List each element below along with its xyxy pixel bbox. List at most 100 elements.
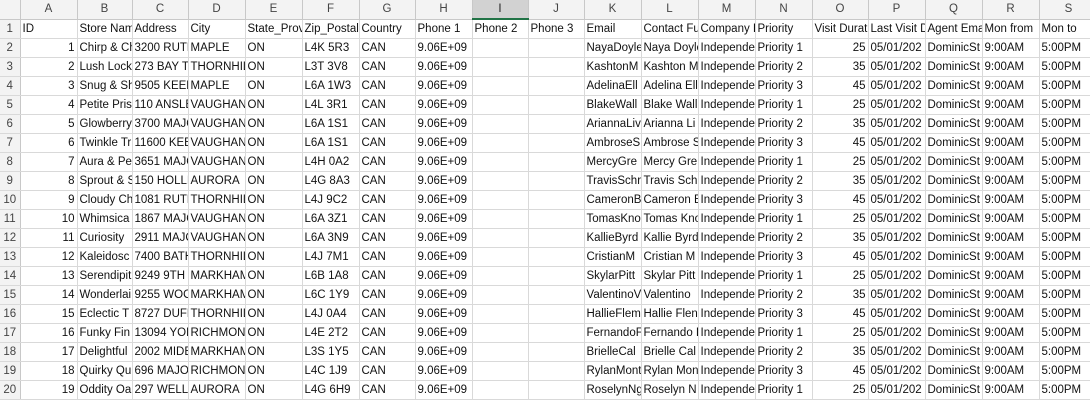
table-cell[interactable]: Priority 1: [755, 95, 813, 115]
table-cell[interactable]: Independe: [698, 342, 756, 362]
row-header-8[interactable]: 8: [0, 152, 21, 172]
table-cell[interactable]: Kashton M: [641, 57, 699, 77]
table-cell[interactable]: FernandoF: [584, 323, 642, 343]
table-cell[interactable]: [472, 190, 529, 210]
table-cell[interactable]: Cloudy Ch: [77, 190, 133, 210]
table-cell[interactable]: Cristian M: [641, 247, 699, 267]
row-header-12[interactable]: 12: [0, 228, 21, 248]
table-cell[interactable]: 5:00PM: [1039, 266, 1090, 286]
table-cell[interactable]: 4: [20, 95, 78, 115]
table-cell[interactable]: 2002 MIDE: [132, 342, 189, 362]
table-cell[interactable]: Independe: [698, 361, 756, 381]
table-cell[interactable]: CristianM: [584, 247, 642, 267]
table-cell[interactable]: HallieFlem: [584, 304, 642, 324]
table-cell[interactable]: 05/01/202: [868, 323, 926, 343]
table-cell[interactable]: ValentinoV: [584, 285, 642, 305]
table-cell[interactable]: TravisSchr: [584, 171, 642, 191]
column-header-m[interactable]: M: [698, 0, 756, 20]
table-cell[interactable]: Funky Fin: [77, 323, 133, 343]
table-cell[interactable]: ON: [245, 76, 303, 96]
table-cell[interactable]: DominicSt: [925, 76, 983, 96]
table-cell[interactable]: 9.06E+09: [415, 76, 473, 96]
table-cell[interactable]: CAN: [359, 228, 416, 248]
table-cell[interactable]: [528, 190, 585, 210]
table-cell[interactable]: AURORA: [188, 380, 246, 400]
table-cell[interactable]: CAN: [359, 209, 416, 229]
table-cell[interactable]: Curiosity: [77, 228, 133, 248]
row-header-16[interactable]: 16: [0, 304, 21, 324]
table-cell[interactable]: 19: [20, 380, 78, 400]
table-cell[interactable]: DominicSt: [925, 38, 983, 58]
table-cell[interactable]: Independe: [698, 171, 756, 191]
table-cell[interactable]: ON: [245, 38, 303, 58]
table-cell[interactable]: CAN: [359, 114, 416, 134]
table-cell[interactable]: [528, 152, 585, 172]
table-cell[interactable]: 17: [20, 342, 78, 362]
table-cell[interactable]: L4J 9C2: [302, 190, 360, 210]
table-cell[interactable]: Independe: [698, 209, 756, 229]
table-cell[interactable]: AURORA: [188, 171, 246, 191]
table-cell[interactable]: DominicSt: [925, 247, 983, 267]
table-cell[interactable]: CAN: [359, 152, 416, 172]
table-cell[interactable]: [528, 285, 585, 305]
table-cell[interactable]: VAUGHAN: [188, 228, 246, 248]
table-cell[interactable]: Independe: [698, 114, 756, 134]
table-cell[interactable]: Arianna Li: [641, 114, 699, 134]
table-cell[interactable]: THORNHIL: [188, 57, 246, 77]
row-header-18[interactable]: 18: [0, 342, 21, 362]
table-cell[interactable]: 10: [20, 209, 78, 229]
table-cell[interactable]: 2911 MAJC: [132, 228, 189, 248]
column-header-s[interactable]: S: [1039, 0, 1090, 20]
table-cell[interactable]: VAUGHAN: [188, 152, 246, 172]
table-cell[interactable]: DominicSt: [925, 304, 983, 324]
table-cell[interactable]: 1: [20, 38, 78, 58]
table-cell[interactable]: Snug & Shi: [77, 76, 133, 96]
table-cell[interactable]: L6C 1Y9: [302, 285, 360, 305]
column-header-g[interactable]: G: [359, 0, 416, 20]
table-cell[interactable]: 9.06E+09: [415, 228, 473, 248]
table-cell[interactable]: 5:00PM: [1039, 38, 1090, 58]
table-cell[interactable]: 13094 YON: [132, 323, 189, 343]
column-title-cell[interactable]: Country: [359, 19, 416, 39]
table-cell[interactable]: 297 WELLI: [132, 380, 189, 400]
table-cell[interactable]: 110 ANSLE: [132, 95, 189, 115]
table-cell[interactable]: CAN: [359, 342, 416, 362]
table-cell[interactable]: 9: [20, 190, 78, 210]
table-cell[interactable]: 8727 DUFF: [132, 304, 189, 324]
table-cell[interactable]: ON: [245, 209, 303, 229]
table-cell[interactable]: 9.06E+09: [415, 57, 473, 77]
select-all-corner[interactable]: [0, 0, 21, 20]
table-cell[interactable]: ON: [245, 266, 303, 286]
table-cell[interactable]: Priority 3: [755, 247, 813, 267]
table-cell[interactable]: CAN: [359, 361, 416, 381]
table-cell[interactable]: L6A 1S1: [302, 114, 360, 134]
table-cell[interactable]: [528, 380, 585, 400]
table-cell[interactable]: 9.06E+09: [415, 133, 473, 153]
table-cell[interactable]: 05/01/202: [868, 95, 926, 115]
table-cell[interactable]: 05/01/202: [868, 57, 926, 77]
table-cell[interactable]: Ambrose S: [641, 133, 699, 153]
table-cell[interactable]: Quirky Qu: [77, 361, 133, 381]
table-cell[interactable]: 05/01/202: [868, 247, 926, 267]
table-cell[interactable]: Independe: [698, 95, 756, 115]
table-cell[interactable]: CAN: [359, 76, 416, 96]
table-cell[interactable]: L4G 6H9: [302, 380, 360, 400]
table-cell[interactable]: 25: [812, 323, 869, 343]
table-cell[interactable]: [472, 342, 529, 362]
table-cell[interactable]: Aura & Pet: [77, 152, 133, 172]
row-header-9[interactable]: 9: [0, 171, 21, 191]
column-title-cell[interactable]: Store Nam: [77, 19, 133, 39]
table-cell[interactable]: MARKHAM: [188, 266, 246, 286]
table-cell[interactable]: MARKHAM: [188, 342, 246, 362]
column-title-cell[interactable]: Zip_Postal: [302, 19, 360, 39]
table-cell[interactable]: Priority 1: [755, 38, 813, 58]
table-cell[interactable]: Brielle Cal: [641, 342, 699, 362]
table-cell[interactable]: RoselynNg: [584, 380, 642, 400]
table-cell[interactable]: 9.06E+09: [415, 266, 473, 286]
table-cell[interactable]: Priority 3: [755, 190, 813, 210]
table-cell[interactable]: ON: [245, 152, 303, 172]
table-cell[interactable]: CAN: [359, 190, 416, 210]
table-cell[interactable]: DominicSt: [925, 95, 983, 115]
column-header-p[interactable]: P: [868, 0, 926, 20]
table-cell[interactable]: ON: [245, 247, 303, 267]
